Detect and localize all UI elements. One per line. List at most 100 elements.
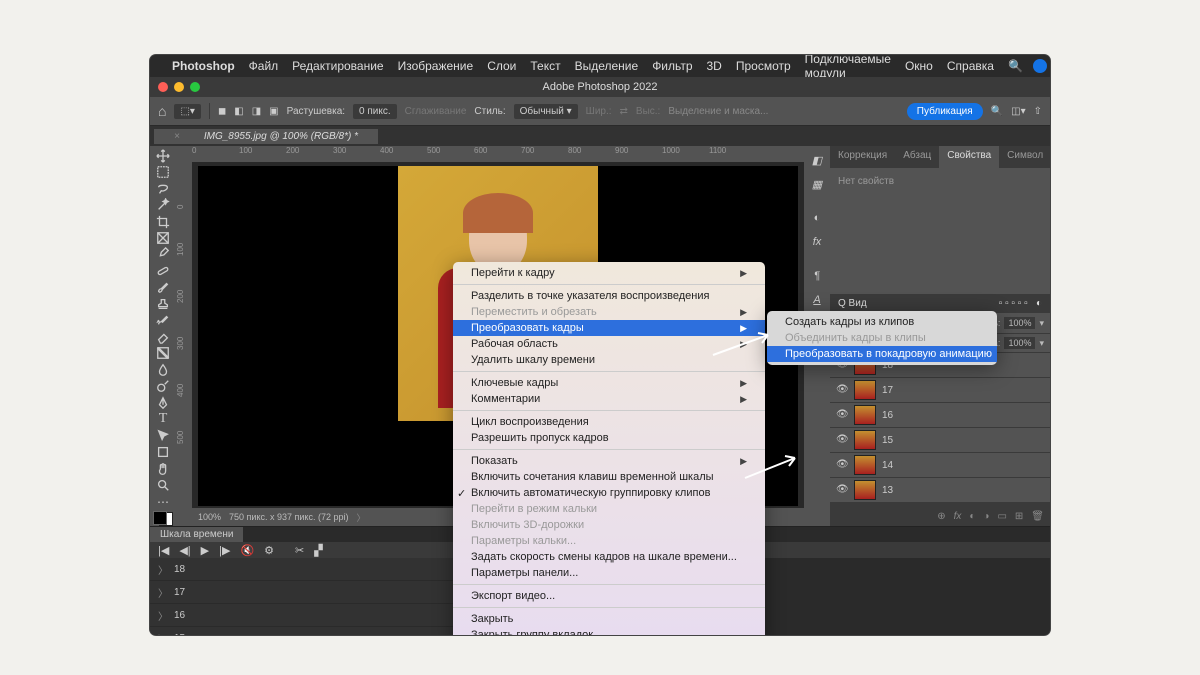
marquee-tool-icon[interactable] [152,164,174,179]
layer-thumbnail[interactable] [854,380,876,400]
home-icon[interactable]: ⌂ [158,103,166,119]
menu-layers[interactable]: Слои [487,59,516,73]
swatches-panel-icon[interactable]: ▦ [812,174,822,194]
mask-icon[interactable]: ◐ [969,511,975,522]
transition-button[interactable]: ▞ [314,544,322,557]
layer-name[interactable]: 13 [882,485,893,496]
maximize-window-button[interactable] [190,82,200,92]
track-row[interactable]: 〉15▭▾ [150,627,500,635]
marquee-tool-icon[interactable]: ⬚▾ [174,104,200,119]
type-tool-icon[interactable]: T [152,411,174,427]
eraser-tool-icon[interactable] [152,329,174,344]
blur-tool-icon[interactable] [152,362,174,377]
zoom-tool-icon[interactable] [152,478,174,493]
layer-name[interactable]: 14 [882,460,893,471]
layer-row[interactable]: 👁16 [830,403,1050,428]
filter-icons[interactable]: ▫ ▫ ▫ ▫ ▫ ◐ [999,298,1042,309]
layer-row[interactable]: 👁17 [830,378,1050,403]
layer-thumbnail[interactable] [854,480,876,500]
next-frame-button[interactable]: |▶ [219,544,230,557]
submenu-item[interactable]: Создать кадры из клипов [767,314,997,330]
hand-tool-icon[interactable] [152,461,174,476]
eyedropper-tool-icon[interactable] [152,247,174,262]
menu-item[interactable]: Удалить шкалу времени [453,352,765,368]
menu-item[interactable]: Ключевые кадры▶ [453,375,765,391]
menu-help[interactable]: Справка [947,59,994,73]
select-mask-button[interactable]: Выделение и маска... [668,106,768,117]
selection-mode-intersect-icon[interactable]: ▣ [269,106,278,117]
menu-item[interactable]: Разрешить пропуск кадров [453,430,765,446]
menu-item[interactable]: Перейти к кадру▶ [453,265,765,281]
mute-button[interactable]: 🔇 [240,544,254,557]
timeline-tab[interactable]: Шкала времени [150,527,243,542]
track-row[interactable]: 〉17▭▾ [150,581,500,604]
menu-item[interactable]: Закрыть группу вкладок [453,627,765,635]
menu-window[interactable]: Окно [905,59,933,73]
close-window-button[interactable] [158,82,168,92]
tab-properties[interactable]: Свойства [939,146,999,168]
prev-frame-button[interactable]: ◀| [179,544,190,557]
visibility-icon[interactable]: 👁 [836,384,848,396]
new-layer-icon[interactable]: ⊞ [1015,511,1023,522]
menu-item[interactable]: Разделить в точке указателя воспроизведе… [453,288,765,304]
cc-icon[interactable] [1033,59,1047,73]
menu-select[interactable]: Выделение [575,59,639,73]
play-button[interactable]: ▶ [201,544,209,557]
menu-item[interactable]: Экспорт видео... [453,588,765,604]
character-panel-icon[interactable]: A [813,290,820,310]
paragraph-panel-icon[interactable]: ¶ [814,266,820,286]
first-frame-button[interactable]: |◀ [158,544,169,557]
zoom-level[interactable]: 100% [198,512,221,522]
menu-item[interactable]: Показать▶ [453,453,765,469]
selection-mode-new-icon[interactable]: ◼ [218,106,226,117]
history-brush-tool-icon[interactable] [152,313,174,328]
move-tool-icon[interactable] [152,148,174,163]
doc-info[interactable]: 750 пикс. x 937 пикс. (72 ppi) [229,512,348,522]
track-row[interactable]: 〉16▭▾ [150,604,500,627]
settings-button[interactable]: ⚙ [264,544,274,557]
menu-file[interactable]: Файл [249,59,279,73]
styles-panel-icon[interactable]: fx [813,232,822,252]
search-icon[interactable]: 🔍 [1008,59,1023,73]
track-row[interactable]: 〉18▭▾ [150,558,500,581]
publish-button[interactable]: Публикация [907,103,983,120]
path-select-tool-icon[interactable] [152,428,174,443]
menu-item[interactable]: Закрыть [453,611,765,627]
submenu-item[interactable]: Преобразовать в покадровую анимацию [767,346,997,362]
edit-toolbar-icon[interactable]: ⋯ [152,494,174,509]
tab-paragraph[interactable]: Абзац [895,146,939,168]
menu-text[interactable]: Текст [530,59,560,73]
menu-edit[interactable]: Редактирование [292,59,383,73]
workspace-icon[interactable]: ◫▾ [1011,106,1025,117]
tab-character[interactable]: Символ [999,146,1050,168]
visibility-icon[interactable]: 👁 [836,434,848,446]
adjustment-layer-icon[interactable]: ◑ [983,511,989,522]
style-dropdown[interactable]: Обычный ▾ [514,104,578,119]
menu-item[interactable]: ✓Включить автоматическую группировку кли… [453,485,765,501]
group-icon[interactable]: ▭ [997,511,1006,522]
layer-thumbnail[interactable] [854,430,876,450]
gradient-tool-icon[interactable] [152,345,174,360]
adjustments-panel-icon[interactable]: ◐ [814,208,821,228]
link-layers-icon[interactable]: ⊕ [937,511,945,522]
menu-item[interactable]: Цикл воспроизведения [453,414,765,430]
swap-wh-icon[interactable]: ⇄ [620,106,628,117]
visibility-icon[interactable]: 👁 [836,459,848,471]
lasso-tool-icon[interactable] [152,181,174,196]
stamp-tool-icon[interactable] [152,296,174,311]
layer-row[interactable]: 👁13 [830,478,1050,503]
color-swatches[interactable] [153,511,173,526]
menu-image[interactable]: Изображение [398,59,474,73]
app-menu[interactable]: Photoshop [172,59,235,73]
layer-thumbnail[interactable] [854,455,876,475]
selection-mode-add-icon[interactable]: ◧ [234,106,243,117]
brush-tool-icon[interactable] [152,280,174,295]
layer-name[interactable]: 15 [882,435,893,446]
layer-row[interactable]: 👁 14 [830,453,1050,478]
menu-3d[interactable]: 3D [707,59,722,73]
share-icon[interactable]: ⇧ [1034,106,1042,117]
menu-view[interactable]: Просмотр [736,59,791,73]
delete-layer-icon[interactable]: 🗑 [1031,511,1044,522]
pen-tool-icon[interactable] [152,395,174,410]
document-tab[interactable]: ×IMG_8955.jpg @ 100% (RGB/8*) * [154,129,378,144]
